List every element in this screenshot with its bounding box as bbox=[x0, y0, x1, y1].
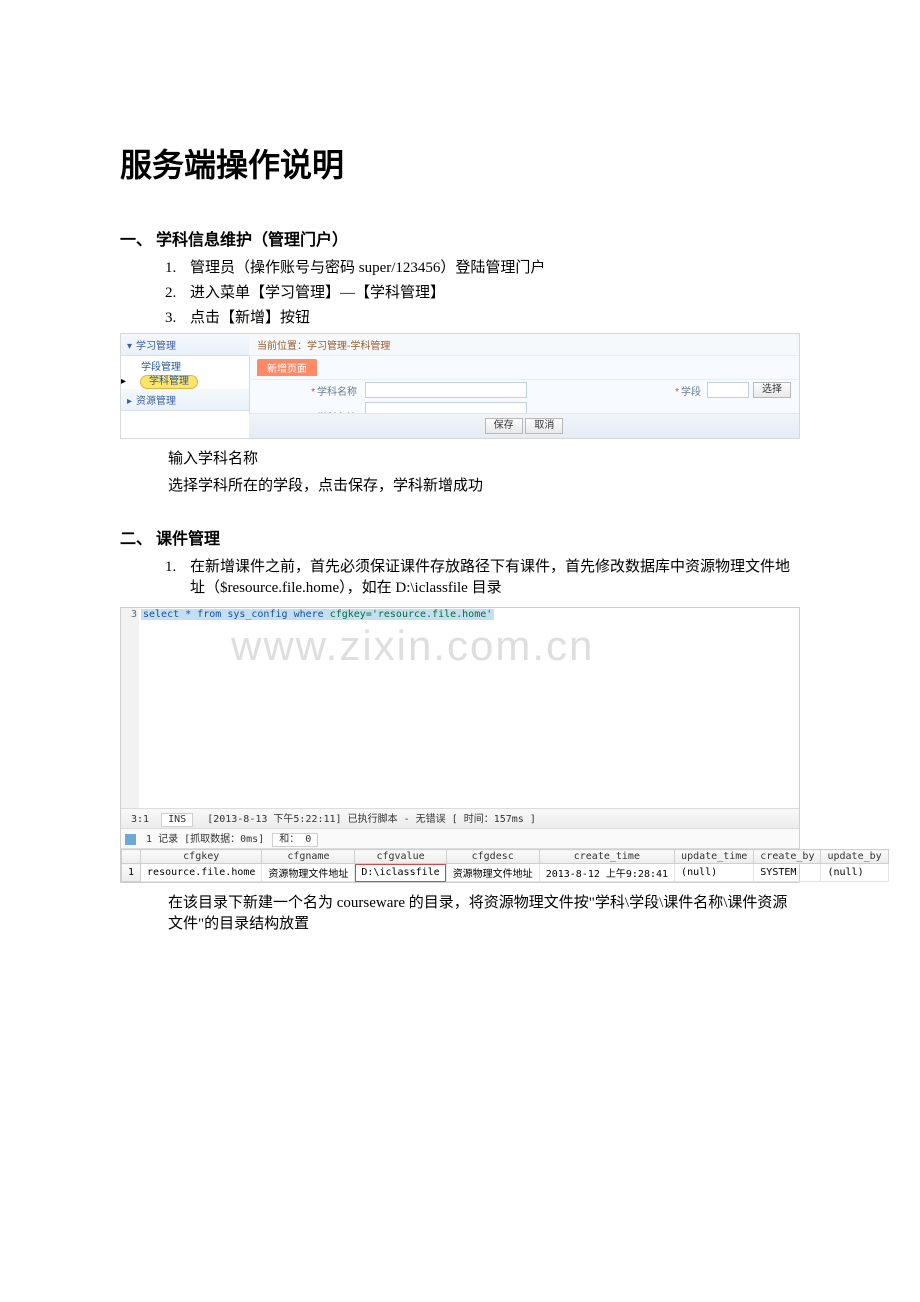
breadcrumb-label: 当前位置： bbox=[257, 341, 307, 352]
cancel-button[interactable]: 取消 bbox=[525, 418, 563, 434]
sql-table: sys_config bbox=[227, 609, 287, 620]
section1-steps: 管理员（操作账号与密码 super/123456）登陆管理门户 进入菜单【学习管… bbox=[120, 256, 800, 327]
cell-create-by[interactable]: SYSTEM bbox=[754, 864, 821, 882]
tree-item[interactable]: 学段管理 bbox=[121, 356, 249, 375]
label-stage: 学段 bbox=[681, 387, 701, 398]
page-title: 服务端操作说明 bbox=[120, 140, 800, 186]
screenshot-admin-portal: ▾ 学习管理 学段管理 ▸学科管理 ▸ 资源管理 当前位置：学习管理-学科管理 新增… bbox=[120, 333, 800, 439]
button-row: 保存 取消 bbox=[249, 413, 799, 438]
result-grid: cfgkey cfgname cfgvalue cfgdesc create_t… bbox=[121, 849, 889, 882]
grid-header[interactable]: update_time bbox=[675, 850, 754, 864]
grid-header[interactable]: create_time bbox=[539, 850, 674, 864]
label-subject-name: 学科名称 bbox=[317, 387, 357, 398]
sql-text: select * from sys_config where cfgkey='r… bbox=[141, 609, 494, 620]
cell-cfgkey[interactable]: resource.file.home bbox=[141, 864, 262, 882]
watermark: www.zixin.com.cn bbox=[231, 622, 594, 670]
result-toolbar: 1 记录 [抓取数据：0ms] 和： 0 bbox=[121, 829, 799, 849]
breadcrumb-path: 学习管理-学科管理 bbox=[307, 341, 390, 352]
cell-create-time[interactable]: 2013-8-12 上午9:28:41 bbox=[539, 864, 674, 882]
grid-header[interactable]: create_by bbox=[754, 850, 821, 864]
sql-keyword: select * from bbox=[143, 609, 221, 620]
section1-step: 进入菜单【学习管理】—【学科管理】 bbox=[180, 281, 800, 302]
tree-group[interactable]: ▾ 学习管理 bbox=[121, 334, 249, 356]
cell-cfgname[interactable]: 资源物理文件地址 bbox=[262, 864, 355, 882]
cursor-pos: 3:1 bbox=[125, 814, 155, 825]
stage-input[interactable] bbox=[707, 382, 749, 398]
caret-right-icon: ▸ bbox=[127, 396, 132, 407]
grid-header[interactable]: cfgdesc bbox=[446, 850, 539, 864]
insert-mode: INS bbox=[161, 813, 193, 827]
tab-bar: 新增页面 bbox=[249, 356, 799, 380]
grid-header[interactable]: update_by bbox=[821, 850, 888, 864]
grid-icon bbox=[125, 834, 136, 845]
grid-row[interactable]: 1 resource.file.home 资源物理文件地址 D:\iclassf… bbox=[122, 864, 889, 882]
record-count: 1 记录 [抓取数据：0ms] bbox=[146, 834, 264, 845]
cell-cfgvalue[interactable]: D:\iclassfile bbox=[355, 864, 446, 882]
section2-steps: 在新增课件之前，首先必须保证课件存放路径下有课件，首先修改数据库中资源物理文件地… bbox=[120, 555, 800, 597]
section1-step: 点击【新增】按钮 bbox=[180, 306, 800, 327]
grid-header-row: cfgkey cfgname cfgvalue cfgdesc create_t… bbox=[122, 850, 889, 864]
subject-name-input[interactable] bbox=[365, 382, 527, 398]
section1-note1: 输入学科名称 bbox=[168, 447, 800, 468]
section2-step: 在新增课件之前，首先必须保证课件存放路径下有课件，首先修改数据库中资源物理文件地… bbox=[180, 555, 800, 597]
section1-heading: 一、 学科信息维护（管理门户） bbox=[120, 226, 800, 250]
choose-button[interactable]: 选择 bbox=[753, 382, 791, 398]
grid-header[interactable]: cfgkey bbox=[141, 850, 262, 864]
sql-condition: cfgkey='resource.file.home' bbox=[330, 609, 493, 620]
line-gutter: 3 bbox=[121, 608, 139, 808]
section1-note2: 选择学科所在的学段，点击保存，学科新增成功 bbox=[168, 474, 800, 495]
section2-note1: 在该目录下新建一个名为 courseware 的目录，将资源物理文件按"学科\学… bbox=[168, 891, 800, 933]
cell-update-by[interactable]: (null) bbox=[821, 864, 888, 882]
screenshot-sql-client: 3 select * from sys_config where cfgkey=… bbox=[120, 607, 800, 883]
sum-box: 和： 0 bbox=[272, 833, 318, 847]
tree-group-label: 学习管理 bbox=[136, 341, 176, 352]
section2-heading: 二、 课件管理 bbox=[120, 525, 800, 549]
caret-down-icon: ▾ bbox=[127, 341, 132, 352]
section1-step: 管理员（操作账号与密码 super/123456）登陆管理门户 bbox=[180, 256, 800, 277]
cell-update-time[interactable]: (null) bbox=[675, 864, 754, 882]
form-row-name: *学科名称 *学段 选择 bbox=[249, 380, 799, 400]
status-message: [2013-8-13 下午5:22:11] 已执行脚本 - 无错误 [ 时间：1… bbox=[201, 810, 542, 825]
save-button[interactable]: 保存 bbox=[485, 418, 523, 434]
grid-corner bbox=[122, 850, 141, 864]
tree-group[interactable]: ▸ 资源管理 bbox=[121, 389, 249, 411]
tab-new-page[interactable]: 新增页面 bbox=[257, 359, 317, 376]
grid-header[interactable]: cfgvalue bbox=[355, 850, 446, 864]
tree-item-selected[interactable]: 学科管理 bbox=[140, 375, 198, 389]
grid-header[interactable]: cfgname bbox=[262, 850, 355, 864]
nav-tree: ▾ 学习管理 学段管理 ▸学科管理 ▸ 资源管理 bbox=[121, 334, 250, 438]
cell-cfgdesc[interactable]: 资源物理文件地址 bbox=[446, 864, 539, 882]
line-number: 3 bbox=[131, 609, 137, 620]
tree-group-label: 资源管理 bbox=[136, 396, 176, 407]
breadcrumb: 当前位置：学习管理-学科管理 bbox=[249, 334, 799, 356]
sql-editor-pane[interactable]: 3 select * from sys_config where cfgkey=… bbox=[121, 608, 799, 808]
sql-keyword: where bbox=[294, 609, 324, 620]
tree-item-row: ▸学科管理 bbox=[121, 375, 249, 389]
grid-row-number: 1 bbox=[122, 864, 141, 882]
status-bar: 3:1 INS [2013-8-13 下午5:22:11] 已执行脚本 - 无错… bbox=[121, 808, 799, 829]
